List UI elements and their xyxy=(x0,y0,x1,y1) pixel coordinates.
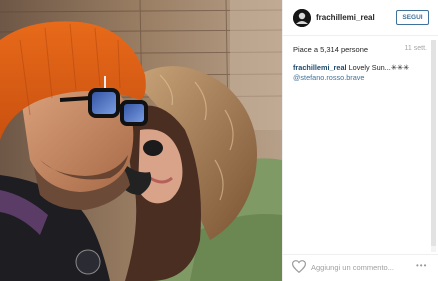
caption-text: Lovely Sun...✳✳✳ xyxy=(348,63,410,72)
caption-username[interactable]: frachillemi_real xyxy=(293,63,347,72)
avatar-image xyxy=(293,9,311,27)
comment-bar: ••• xyxy=(283,254,438,281)
scrollbar-thumb[interactable] xyxy=(431,40,436,246)
post-caption: frachillemi_real Lovely Sun...✳✳✳ @stefa… xyxy=(293,63,423,83)
post-header: frachillemi_real SEGUI xyxy=(283,0,438,36)
caption-mention[interactable]: @stefano.rosso.brave xyxy=(293,73,423,83)
likes-row: Piace a 5,314 persone 11 sett. xyxy=(293,45,429,57)
post-photo[interactable] xyxy=(0,0,282,281)
comments-scrollbar[interactable] xyxy=(431,40,436,252)
heart-icon[interactable] xyxy=(291,260,307,274)
more-options-icon[interactable]: ••• xyxy=(416,261,427,270)
likes-count[interactable]: Piace a 5,314 persone xyxy=(293,45,368,54)
avatar[interactable] xyxy=(293,9,311,27)
follow-button[interactable]: SEGUI xyxy=(396,10,429,25)
post-details-panel: frachillemi_real SEGUI Piace a 5,314 per… xyxy=(282,0,438,281)
selfie-photo-image xyxy=(0,0,282,281)
post-date[interactable]: 11 sett. xyxy=(405,45,427,52)
comment-input[interactable] xyxy=(311,261,406,273)
post-username[interactable]: frachillemi_real xyxy=(316,13,375,22)
